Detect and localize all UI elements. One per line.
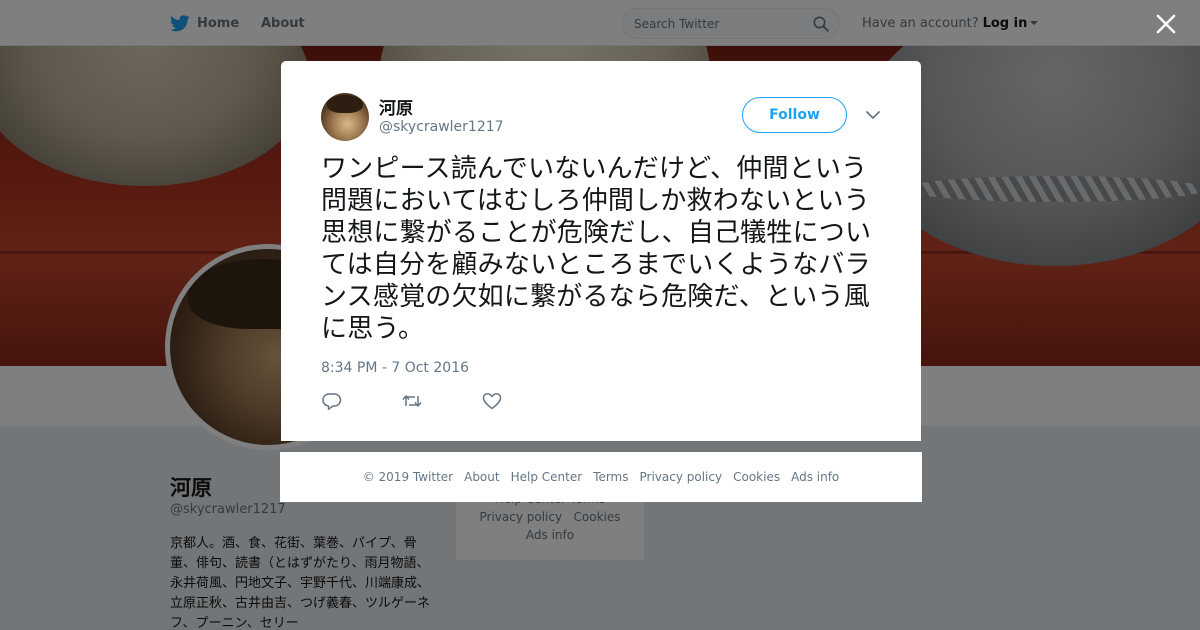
- author-handle[interactable]: @skycrawler1217: [379, 119, 504, 135]
- tweet-text: ワンピース読んでいないんだけど、仲間という問題においてはむしろ仲間しか救わないと…: [321, 154, 872, 344]
- footer-terms-link[interactable]: Terms: [593, 470, 628, 484]
- reply-icon[interactable]: [321, 391, 343, 411]
- modal-footer-links: © 2019 Twitter About Help Center Terms P…: [280, 452, 922, 502]
- footer-help-link[interactable]: Help Center: [511, 470, 583, 484]
- retweet-icon[interactable]: [401, 391, 423, 411]
- footer-cookies-link[interactable]: Cookies: [733, 470, 780, 484]
- chevron-down-icon[interactable]: [865, 109, 881, 121]
- footer-privacy-link[interactable]: Privacy policy: [640, 470, 723, 484]
- author-avatar-hat: [327, 95, 363, 113]
- tweet-timestamp[interactable]: 8:34 PM - 7 Oct 2016: [321, 360, 469, 376]
- footer-about-link[interactable]: About: [464, 470, 499, 484]
- follow-button[interactable]: Follow: [742, 97, 847, 133]
- footer-copyright: © 2019 Twitter: [362, 470, 454, 484]
- heart-icon[interactable]: [481, 391, 503, 411]
- tweet-modal: 河原 @skycrawler1217 Follow ワンピース読んでいないんだけ…: [281, 61, 921, 441]
- close-icon[interactable]: [1153, 11, 1179, 37]
- footer-ads-link[interactable]: Ads info: [791, 470, 839, 484]
- author-name[interactable]: 河原: [379, 94, 413, 119]
- author-avatar[interactable]: [321, 93, 369, 141]
